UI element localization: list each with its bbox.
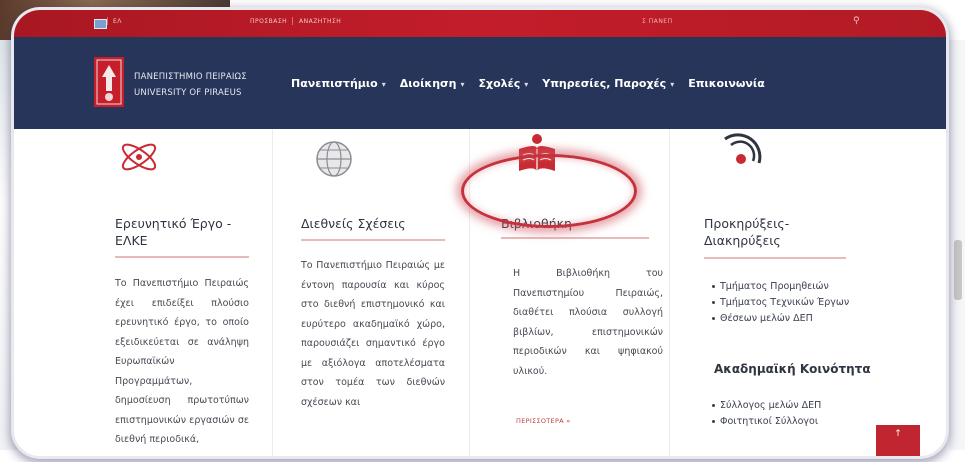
university-name-english: UNIVERSITY OF PIRAEUS bbox=[134, 88, 242, 98]
column-divider bbox=[272, 129, 273, 456]
menu-item-administration[interactable]: Διοίκηση ▾ bbox=[400, 77, 465, 90]
chevron-down-icon: ▾ bbox=[670, 80, 675, 89]
menu-label: Επικοινωνία bbox=[688, 77, 765, 90]
menu-label: Υπηρεσίες, Παροχές bbox=[542, 77, 667, 90]
announcements-title[interactable]: Προκηρύξεις- Διακηρύξεις bbox=[704, 215, 844, 249]
separator: | bbox=[106, 16, 109, 25]
title-underline bbox=[301, 239, 445, 241]
title-underline bbox=[115, 256, 249, 258]
chevron-down-icon: ▾ bbox=[381, 80, 386, 89]
academic-community-list: Σύλλογος μελών ΔΕΠ Φοιτητικοί Σύλλογοι bbox=[711, 398, 851, 430]
language-label[interactable]: ΕΛ bbox=[113, 18, 122, 25]
menu-item-schools[interactable]: Σχολές ▾ bbox=[478, 77, 528, 90]
scrollbar-thumb[interactable] bbox=[954, 240, 962, 300]
column-divider bbox=[669, 129, 670, 456]
international-relations-title[interactable]: Διεθνείς Σχέσεις bbox=[301, 215, 461, 232]
highlight-circle-annotation bbox=[461, 154, 637, 228]
library-more-link[interactable]: ΠΕΡΙΣΣΟΤΕΡΑ » bbox=[516, 417, 571, 425]
list-item[interactable]: Θέσεων μελών ΔΕΠ bbox=[711, 311, 851, 327]
top-utility-bar: ΕΛ | ΠΡΟΣΒΑΣΗ | ΑΝΑΖΗΤΗΣΗ Σ ΠΑΝΕΠ ⚲ bbox=[14, 10, 946, 37]
access-link[interactable]: ΠΡΟΣΒΑΣΗ bbox=[250, 18, 287, 25]
arrow-up-icon: ↑ bbox=[894, 429, 902, 439]
list-item[interactable]: Σύλλογος μελών ΔΕΠ bbox=[711, 398, 851, 414]
list-item[interactable]: Φοιτητικοί Σύλλογοι bbox=[711, 414, 851, 430]
separator: | bbox=[291, 16, 294, 25]
topbar-center-text: Σ ΠΑΝΕΠ bbox=[642, 18, 673, 25]
title-underline bbox=[501, 237, 649, 239]
zoomed-page-frame: ΕΛ | ΠΡΟΣΒΑΣΗ | ΑΝΑΖΗΤΗΣΗ Σ ΠΑΝΕΠ ⚲ ΠΑΝΕ… bbox=[14, 10, 946, 456]
list-item[interactable]: Τμήματος Τεχνικών Έργων bbox=[711, 295, 851, 311]
library-description: Η Βιβλιοθήκη του Πανεπιστημίου Πειραιώς,… bbox=[513, 268, 663, 377]
chevron-down-icon: ▾ bbox=[460, 80, 465, 89]
research-title[interactable]: Ερευνητικό Έργο - ΕΛΚΕ bbox=[115, 215, 265, 249]
announcements-list: Τμήματος Προμηθειών Τμήματος Τεχνικών Έρ… bbox=[711, 279, 851, 327]
university-logo-icon[interactable] bbox=[94, 57, 124, 107]
title-underline bbox=[704, 257, 846, 259]
menu-label: Πανεπιστήμιο bbox=[291, 77, 378, 90]
university-name[interactable]: ΠΑΝΕΠΙΣΤΗΜΙΟ ΠΕΙΡΑΙΩΣ UNIVERSITY OF PIRA… bbox=[134, 69, 247, 101]
menu-item-services[interactable]: Υπηρεσίες, Παροχές ▾ bbox=[542, 77, 674, 90]
university-name-greek: ΠΑΝΕΠΙΣΤΗΜΙΟ ΠΕΙΡΑΙΩΣ bbox=[134, 72, 247, 82]
research-atom-icon[interactable] bbox=[117, 135, 161, 177]
research-description: Το Πανεπιστήμιο Πειραιώς έχει επιδείξει … bbox=[115, 278, 249, 445]
search-link[interactable]: ΑΝΑΖΗΤΗΣΗ bbox=[299, 18, 341, 25]
search-icon[interactable]: ⚲ bbox=[853, 17, 862, 26]
back-to-top-button[interactable]: ↑ bbox=[876, 425, 920, 456]
main-navbar: ΠΑΝΕΠΙΣΤΗΜΙΟ ΠΕΙΡΑΙΩΣ UNIVERSITY OF PIRA… bbox=[14, 37, 946, 129]
menu-item-contact[interactable]: Επικοινωνία bbox=[688, 77, 765, 90]
chevron-down-icon: ▾ bbox=[524, 80, 529, 89]
menu-label: Σχολές bbox=[478, 77, 521, 90]
academic-community-title: Ακαδημαϊκή Κοινότητα bbox=[714, 362, 871, 376]
target-rings-icon[interactable] bbox=[721, 133, 765, 175]
menu-item-university[interactable]: Πανεπιστήμιο ▾ bbox=[291, 77, 386, 90]
main-menu: Πανεπιστήμιο ▾ Διοίκηση ▾ Σχολές ▾ Υπηρεσίε… bbox=[291, 77, 779, 90]
menu-label: Διοίκηση bbox=[399, 77, 457, 90]
international-relations-description: Το Πανεπιστήμιο Πειραιώς με έντονη παρου… bbox=[301, 260, 445, 408]
list-item[interactable]: Τμήματος Προμηθειών bbox=[711, 279, 851, 295]
globe-icon[interactable] bbox=[313, 139, 355, 179]
